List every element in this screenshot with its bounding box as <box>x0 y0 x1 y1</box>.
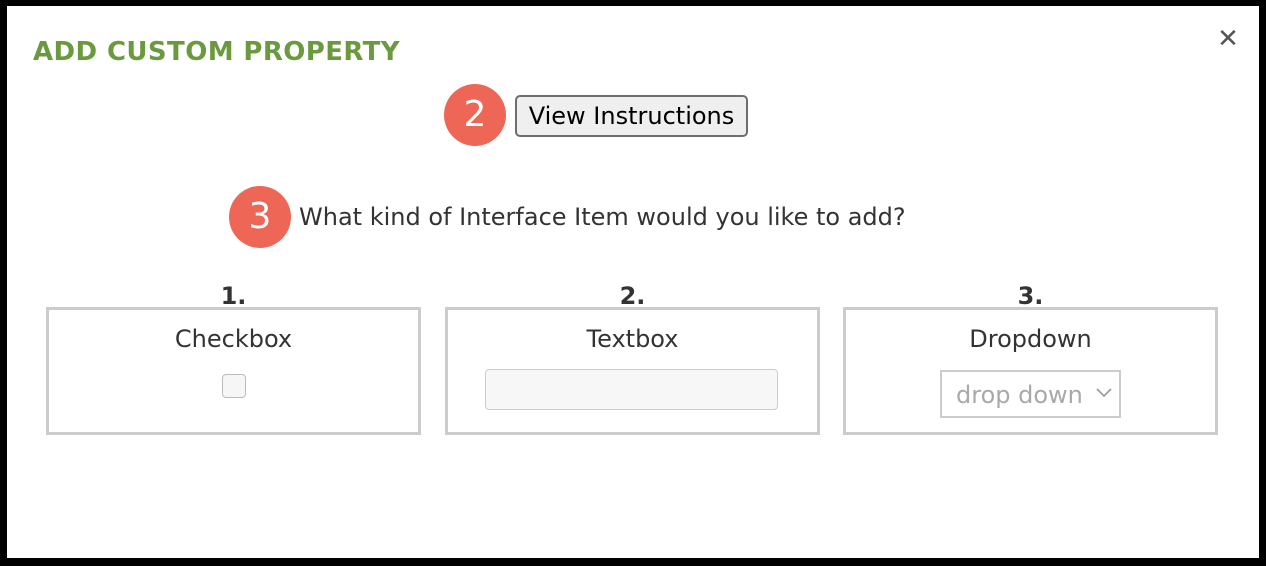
sample-dropdown: drop down <box>940 370 1121 418</box>
option-label: Textbox <box>586 325 679 353</box>
view-instructions-button[interactable]: View Instructions <box>515 95 748 137</box>
question-text: What kind of Interface Item would you li… <box>299 203 906 231</box>
sample-checkbox <box>222 374 246 398</box>
sample-textbox <box>485 369 778 410</box>
chevron-down-icon <box>1096 388 1112 398</box>
option-textbox: 2. Textbox <box>445 282 820 435</box>
option-number: 3. <box>1017 282 1044 310</box>
step-2-badge: 2 <box>444 84 506 146</box>
option-label: Dropdown <box>969 325 1092 353</box>
close-icon[interactable]: ✕ <box>1213 24 1243 54</box>
add-custom-property-dialog: ADD CUSTOM PROPERTY ✕ 2 View Instruction… <box>7 6 1259 558</box>
dropdown-placeholder: drop down <box>956 381 1083 409</box>
option-dropdown: 3. Dropdown drop down <box>843 282 1218 435</box>
dialog-title: ADD CUSTOM PROPERTY <box>33 37 401 67</box>
option-number: 2. <box>619 282 646 310</box>
step-3-badge: 3 <box>229 186 291 248</box>
option-checkbox: 1. Checkbox <box>46 282 421 435</box>
checkbox-option-card[interactable]: Checkbox <box>46 307 421 435</box>
option-number: 1. <box>220 282 247 310</box>
dropdown-option-card[interactable]: Dropdown drop down <box>843 307 1218 435</box>
textbox-option-card[interactable]: Textbox <box>445 307 820 435</box>
option-label: Checkbox <box>174 325 293 353</box>
